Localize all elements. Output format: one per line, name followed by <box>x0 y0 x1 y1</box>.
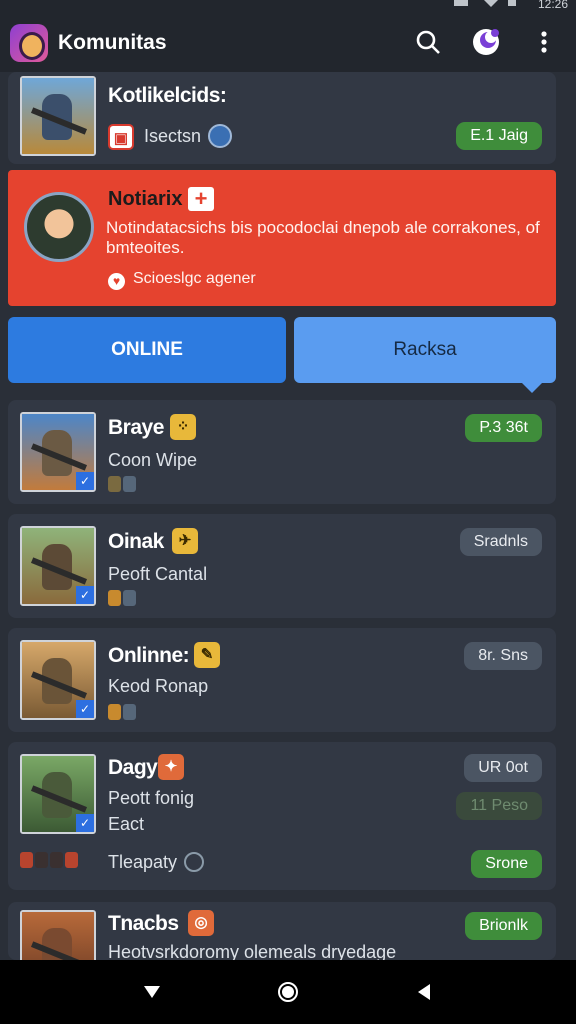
status-pill[interactable]: E.1 Jaig <box>456 122 542 150</box>
triangle-down-icon <box>144 986 160 998</box>
verified-icon: ✓ <box>76 700 94 718</box>
tab-online[interactable]: ONLINE <box>8 317 286 383</box>
nav-down-button[interactable] <box>138 978 166 1006</box>
back-triangle-icon <box>418 984 430 1000</box>
avatar: ✓ <box>20 754 96 834</box>
rank-badge-icon: ⁘ <box>170 414 196 440</box>
more-vert-icon <box>541 31 547 53</box>
notice-footer[interactable]: ♥ Scioeslgc agener <box>108 270 256 290</box>
nav-home-button[interactable] <box>274 978 302 1006</box>
player-status: Peott fonig <box>108 788 195 808</box>
info-icon: ♥ <box>108 273 125 290</box>
moon-badge-icon <box>473 29 499 55</box>
nav-back-button[interactable] <box>410 978 438 1006</box>
status-pill[interactable]: 8r. Sns <box>464 642 542 670</box>
notice-footer-label: Scioeslgc agener <box>133 270 256 287</box>
list-item[interactable]: ✓ Dagy ✦ Peott fonig Eact Tleapaty UR 0o… <box>8 742 556 890</box>
player-footer: Tleapaty <box>108 852 178 872</box>
list-item[interactable]: ✓ Oinak ✈ Peoft Cantal Sradnls <box>8 514 556 618</box>
rank-badge-icon: ✦ <box>158 754 184 780</box>
home-circle-icon <box>278 982 298 1002</box>
page-title: Komunitas <box>58 31 167 54</box>
player-name: Oinak <box>108 530 164 553</box>
app-logo[interactable] <box>10 24 48 62</box>
player-status: Keod Ronap <box>108 676 209 696</box>
list-item[interactable]: ✓ Braye ⁘ Coon Wipe P.3 36t <box>8 400 556 504</box>
status-pill-tertiary[interactable]: Srone <box>471 850 542 878</box>
card-name: Kotlikelcids: <box>108 84 227 107</box>
verified-icon: ✓ <box>76 814 94 832</box>
timer-icon <box>184 852 204 872</box>
squad-icons <box>108 476 136 492</box>
status-pill-secondary[interactable]: 11 Peso <box>456 792 542 820</box>
rank-badge-icon: ✎ <box>194 642 220 668</box>
player-name: Dagy <box>108 756 158 779</box>
clan-badge-icon: ▣ <box>108 124 134 150</box>
player-name: Braye <box>108 416 164 439</box>
top-card[interactable]: Kotlikelcids: ▣ Isectsn E.1 Jaig <box>8 72 556 164</box>
status-pill[interactable]: Brionlk <box>465 912 542 940</box>
add-icon[interactable]: + <box>188 187 214 211</box>
avatar <box>20 76 96 156</box>
avatar <box>20 910 96 960</box>
signal-icon <box>454 0 516 7</box>
avatar: ✓ <box>20 640 96 720</box>
profile-button[interactable] <box>468 24 504 60</box>
card-subtitle: Isectsn <box>144 126 202 146</box>
tab-racksa[interactable]: Racksa <box>294 317 556 393</box>
player-name: Onlinne: <box>108 644 190 667</box>
player-status: Coon Wipe <box>108 450 198 470</box>
player-status: Peoft Cantal <box>108 564 208 584</box>
status-bar: 12:26 <box>0 0 576 14</box>
notice-title: Notiarix <box>108 188 183 210</box>
clock: 12:26 <box>537 0 568 11</box>
list-item[interactable]: Tnacbs ◎ Heotvsrkdoromy olemeals dryedag… <box>8 902 556 960</box>
avatar: ✓ <box>20 526 96 606</box>
more-menu-button[interactable] <box>526 24 562 60</box>
status-pill[interactable]: P.3 36t <box>465 414 542 442</box>
status-pill[interactable]: UR 0ot <box>464 754 542 782</box>
tab-bar: ONLINE Racksa <box>8 317 556 393</box>
squad-icons <box>108 590 136 606</box>
notice-avatar <box>24 192 94 262</box>
squad-icons <box>108 704 136 720</box>
player-status: Heotvsrkdoromy olemeals dryedage <box>108 942 397 960</box>
player-name: Tnacbs <box>108 912 179 935</box>
verified-icon: ✓ <box>76 586 94 604</box>
notice-body: Notindatacsichs bis pocodoclai dnepob al… <box>106 218 540 257</box>
search-icon <box>416 30 440 54</box>
status-pill[interactable]: Sradnls <box>459 528 542 556</box>
avatar: ✓ <box>20 412 96 492</box>
notification-banner[interactable]: Notiarix + Notindatacsichs bis pocodocla… <box>8 170 556 306</box>
list-item[interactable]: ✓ Onlinne: ✎ Keod Ronap 8r. Sns <box>8 628 556 732</box>
verified-icon: ✓ <box>76 472 94 490</box>
rank-badge-icon: ✈ <box>172 528 198 554</box>
app-bar: Komunitas <box>0 14 576 72</box>
search-button[interactable] <box>410 24 446 60</box>
player-status-secondary: Eact <box>108 814 145 834</box>
rank-icon <box>208 124 232 148</box>
system-nav-bar <box>0 960 576 1024</box>
rank-badge-icon: ◎ <box>188 910 214 936</box>
squad-icons <box>20 852 78 868</box>
